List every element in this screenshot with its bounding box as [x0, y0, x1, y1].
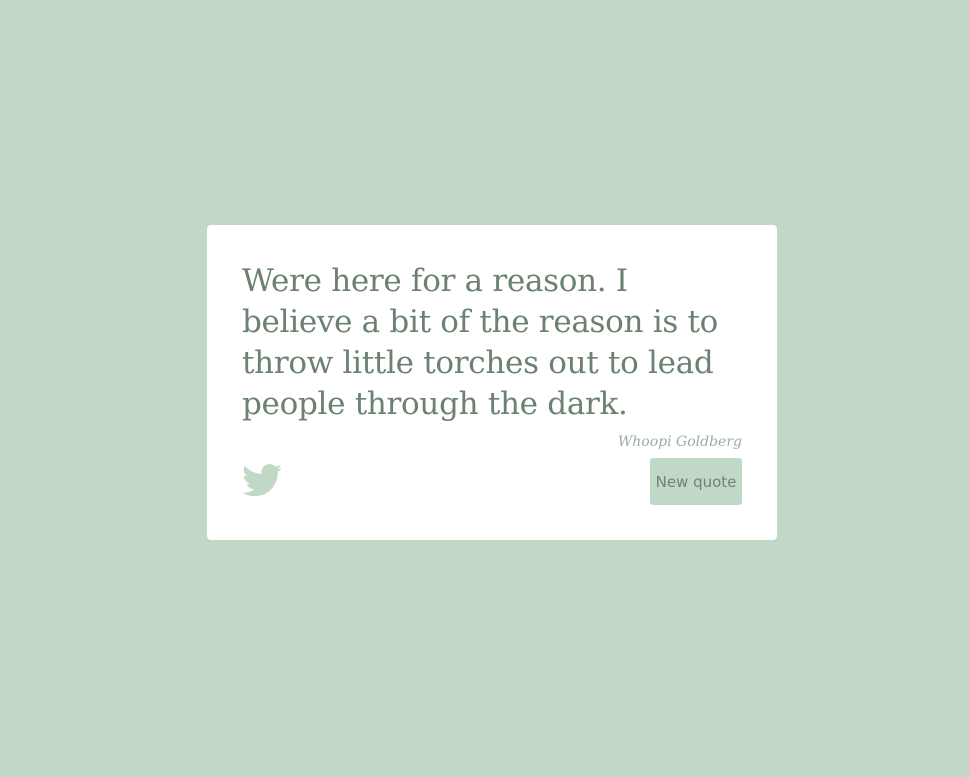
tweet-button[interactable] [242, 464, 282, 497]
quote-actions: New quote [242, 458, 742, 505]
new-quote-button[interactable]: New quote [650, 458, 742, 505]
quote-card: Were here for a reason. I believe a bit … [207, 225, 777, 540]
quote-text: Were here for a reason. I believe a bit … [242, 263, 719, 422]
quote-author: Whoopi Goldberg [617, 434, 742, 450]
twitter-bird-icon [242, 464, 282, 497]
